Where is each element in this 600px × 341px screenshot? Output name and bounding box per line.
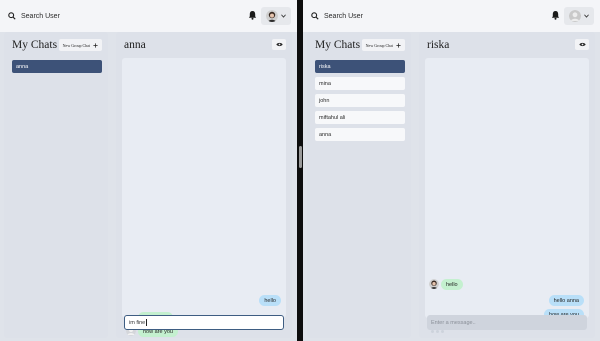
my-chats-panel: My Chats New Group Chat anna xyxy=(4,32,108,338)
avatar xyxy=(266,10,278,22)
left-window: Search User My Chats New Group Chat anna… xyxy=(0,0,297,341)
message-input[interactable]: im fine xyxy=(124,315,284,330)
chat-item-mina[interactable]: mina xyxy=(315,77,405,90)
chat-title: anna xyxy=(124,39,146,51)
bell-icon[interactable] xyxy=(248,10,257,20)
my-chats-title: My Chats xyxy=(12,39,58,51)
profile-menu-button[interactable] xyxy=(564,7,594,25)
chat-title: riska xyxy=(427,39,450,51)
search-user-label: Search User xyxy=(21,12,60,20)
chat-item-anna[interactable]: anna xyxy=(315,128,405,141)
new-group-chat-label: New Group Chat xyxy=(365,42,393,48)
typing-indicator xyxy=(431,330,444,333)
message-input-placeholder: Enter a message.. xyxy=(431,319,476,326)
view-profile-button[interactable] xyxy=(272,39,286,50)
search-icon xyxy=(8,12,16,20)
eye-icon xyxy=(578,42,586,47)
chat-panel: anna hello hello anna how are you im fin… xyxy=(116,32,292,338)
split-handle[interactable] xyxy=(298,146,302,168)
search-user-button[interactable]: Search User xyxy=(311,8,363,24)
plus-icon xyxy=(93,42,98,48)
search-icon xyxy=(311,12,319,20)
message-bubble: hello xyxy=(259,295,281,306)
chevron-down-icon xyxy=(584,14,589,18)
message-input[interactable]: Enter a message.. xyxy=(427,315,587,330)
avatar xyxy=(569,10,581,22)
view-profile-button[interactable] xyxy=(575,39,589,50)
text-cursor xyxy=(146,319,147,326)
my-chats-panel: My Chats New Group Chat riska mina john … xyxy=(307,32,411,338)
top-bar: Search User xyxy=(303,0,600,32)
message-bubble: hello anna xyxy=(548,295,584,306)
chat-panel: riska hello hello anna how are you Enter… xyxy=(419,32,595,338)
message-bubble: hello xyxy=(441,279,463,290)
message-input-value: im fine xyxy=(129,319,146,326)
new-group-chat-button[interactable]: New Group Chat xyxy=(361,39,405,51)
right-window: Search User My Chats New Group Chat risk… xyxy=(303,0,600,341)
top-bar: Search User xyxy=(0,0,297,32)
chat-list: anna xyxy=(12,60,102,77)
chat-list: riska mina john miftahul ali anna xyxy=(315,60,405,145)
search-user-button[interactable]: Search User xyxy=(8,8,60,24)
my-chats-title: My Chats xyxy=(315,39,361,51)
chat-item-john[interactable]: john xyxy=(315,94,405,107)
chat-item-riska[interactable]: riska xyxy=(315,60,405,73)
messages-area: hello hello anna how are you xyxy=(122,58,286,337)
chevron-down-icon xyxy=(281,14,286,18)
messages-area: hello hello anna how are you xyxy=(425,58,589,333)
plus-icon xyxy=(396,42,401,48)
bell-icon[interactable] xyxy=(551,10,560,20)
new-group-chat-label: New Group Chat xyxy=(62,42,90,48)
profile-menu-button[interactable] xyxy=(261,7,291,25)
new-group-chat-button[interactable]: New Group Chat xyxy=(58,39,102,51)
eye-icon xyxy=(275,42,283,47)
sender-avatar xyxy=(429,279,439,289)
chat-item-miftahul-ali[interactable]: miftahul ali xyxy=(315,111,405,124)
chat-item-anna[interactable]: anna xyxy=(12,60,102,73)
search-user-label: Search User xyxy=(324,12,363,20)
